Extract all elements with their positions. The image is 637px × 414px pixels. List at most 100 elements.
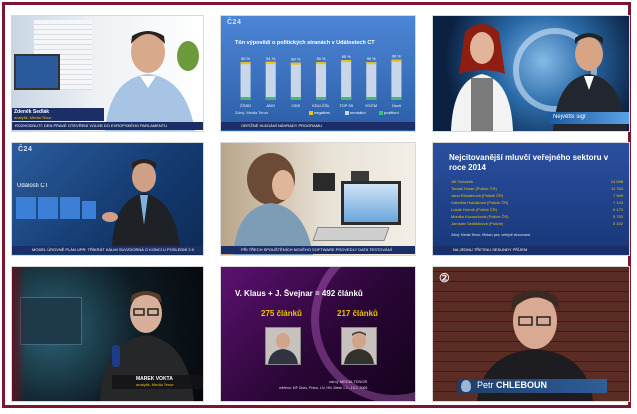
news-ticker: PŘI TŘECH SPOUŠTĚNÍCH NOVÉHO SOFTWARE PR… — [221, 246, 415, 254]
chart-value-label: 96 % — [392, 54, 402, 59]
bar-1 — [16, 197, 36, 219]
tile-presenter-chart: Č24 Události ČT MODEL ÚROVNĚ PLÁN UPR: T… — [12, 143, 203, 255]
chart-bar-negative-segment — [265, 61, 276, 64]
photo-klaus — [265, 327, 301, 365]
bar-2 — [38, 197, 58, 219]
chart-bar-positive-segment — [341, 97, 352, 100]
bar-4 — [82, 201, 96, 219]
chart-bar-positive-segment — [290, 97, 301, 100]
news-ticker: ROZHODNUTÍ: DEN PRAVÉ OTEVŘENÍ VOLEB DO … — [12, 122, 203, 130]
studio-screen — [20, 297, 82, 345]
legend-swatch-positive — [379, 111, 383, 115]
chart-category-label: KDU-ČSL — [312, 103, 330, 108]
ranking-title-line: Nejcitovanější mluvčí veřejného sektoru … — [449, 153, 609, 172]
chart-bar-negative-segment — [341, 60, 352, 63]
studio-light-red — [12, 267, 26, 401]
footer-measured: měřeno: MF Dnes, Právo, LN, HN, Blesk 1.… — [279, 386, 368, 390]
computer-screen — [341, 181, 401, 225]
person-presenter-suit — [102, 159, 180, 247]
chart-category-label: ANO — [266, 103, 275, 108]
chart-bar-negative-segment — [366, 62, 377, 65]
role-tag: analytik, Media Tenor — [14, 115, 52, 120]
chart-category-label: Úsvit — [392, 103, 402, 108]
ranking-table: Jiří Ovčáček 14 098 Tomáš Hulan (Policie… — [451, 179, 623, 228]
chart-category-label: TOP 09 — [339, 103, 353, 108]
news-ticker: OBTÍŽNÉ HLEDÁNÍ NÁHRADY PROGRAMU — [221, 122, 415, 130]
legend-positive: pozitivní — [384, 110, 399, 115]
legend-swatch-neutral — [345, 111, 349, 115]
photo-svejnar — [341, 327, 377, 365]
keyboard — [312, 227, 390, 241]
chart-bar-top09 — [341, 60, 352, 100]
caption-bar: Největší sigr — [549, 112, 629, 124]
chart-value-label: 91 % — [266, 56, 276, 61]
person-sedlak — [105, 31, 195, 131]
chart-value-label: 90 % — [367, 56, 377, 61]
ranking-row: Jiří Ovčáček 14 098 — [451, 179, 623, 184]
ranking-row: Jana Rösslerová (Policie ČR) 7 949 — [451, 193, 623, 198]
chart-title: Tón výpovědí o politických stranách v Ud… — [235, 40, 375, 46]
chart-bar-ssd — [240, 62, 251, 100]
chart-label: Události ČT — [17, 183, 49, 189]
chart-bar-positive-segment — [391, 97, 402, 100]
tile-candidates-articles: V. Klaus + J. Švejnar = 492 článků 275 č… — [221, 267, 415, 401]
chart-value-label: 90 % — [241, 56, 251, 61]
role-tag: analytik, Media Tenor — [136, 382, 174, 387]
person-analyst-woman — [233, 153, 313, 255]
ranking-row: Tomáš Hulan (Policie ČR) 11 764 — [451, 186, 623, 191]
chart-bar-ano — [265, 61, 276, 100]
chart-bar-negative-segment — [315, 62, 327, 65]
left-count: 275 článků — [261, 309, 302, 318]
chart-bar-negative-segment — [290, 62, 301, 65]
portrait-icon — [268, 333, 298, 364]
chart-bar-svit — [391, 59, 402, 100]
chart-bar-ods — [290, 62, 301, 100]
footer-source: zdroj: MEDIA TENOR — [329, 379, 368, 384]
ranking-row: Monika Kocourková (Policie ČR) 5 793 — [451, 214, 623, 219]
tile-analyst-interview: Zdeněk Sedlák analytik, Media Tenor ROZH… — [12, 16, 203, 131]
chart-legend: negativní neutrální pozitivní — [309, 110, 415, 116]
ranking-row: Jaroslav Sedláčková (Policie) 5 152 — [451, 221, 623, 226]
chart-bar-negative-segment — [240, 62, 251, 65]
tile-guest-chleboun: ② Petr CHLEBOUN — [433, 267, 629, 401]
chart-category-label: KSČM — [366, 103, 378, 108]
tile-media-monitoring: PŘI TŘECH SPOUŠTĚNÍCH NOVÉHO SOFTWARE PR… — [221, 143, 415, 255]
chart-bar-positive-segment — [315, 97, 327, 100]
ct24-logo: Č24 — [227, 19, 242, 26]
legend-negative: negativní — [314, 110, 331, 115]
chart-bar-positive-segment — [265, 97, 276, 100]
face-logo-icon — [461, 380, 471, 392]
tile-spokespeople-ranking: Nejcitovanější mluvčí veřejného sektoru … — [433, 143, 629, 255]
ranking-source: Zdroj: Media Tenor, Hlídací pes, veřejně… — [451, 233, 530, 237]
headline: V. Klaus + J. Švejnar = 492 článků — [235, 289, 363, 298]
guest-name: Petr CHLEBOUN — [477, 380, 548, 390]
name-bar: Petr CHLEBOUN — [457, 379, 607, 393]
microphone — [112, 345, 120, 367]
bar-3 — [60, 197, 80, 219]
chart-category-label: ODS — [292, 103, 301, 108]
person-presenter-woman — [451, 24, 513, 131]
monitor — [14, 54, 60, 90]
tile-analyst-studio: MAREK VOKTA analytik, Media Tenor — [12, 267, 203, 401]
chart-bar-positive-segment — [240, 97, 251, 100]
chart-category-label: ČSSD — [240, 103, 251, 108]
name-tag-bar: Zdeněk Sedlák analytik, Media Tenor — [12, 108, 104, 121]
ranking-row: Lukáš Hurník (Policie ČR) 6 173 — [451, 207, 623, 212]
chart-bar-negative-segment — [391, 59, 402, 62]
chart-bar-kdusl — [315, 62, 327, 100]
name-tag-bar: MAREK VOKTA analytik, Media Tenor — [112, 375, 203, 389]
ranking-row: Gabriela Holčáková (Policie ČR) 7 143 — [451, 200, 623, 205]
chart-source: Zdroj: Media Tenor — [235, 110, 269, 115]
chart-bar-ksm — [366, 62, 377, 100]
channel-logo: ② — [439, 271, 450, 285]
ct24-logo: Č24 — [18, 146, 33, 153]
right-count: 217 článků — [337, 309, 378, 318]
chart-value-label: 89 % — [291, 57, 301, 62]
tile-studio-debate: Největší sigr — [433, 16, 629, 131]
chart-bar-positive-segment — [366, 97, 377, 100]
legend-neutral: neutrální — [350, 110, 366, 115]
portrait-icon — [344, 331, 374, 364]
legend-swatch-negative — [309, 111, 313, 115]
tile-party-tone-chart: Č24 Tón výpovědí o politických stranách … — [221, 16, 415, 131]
chart-value-label: 95 % — [342, 54, 352, 59]
